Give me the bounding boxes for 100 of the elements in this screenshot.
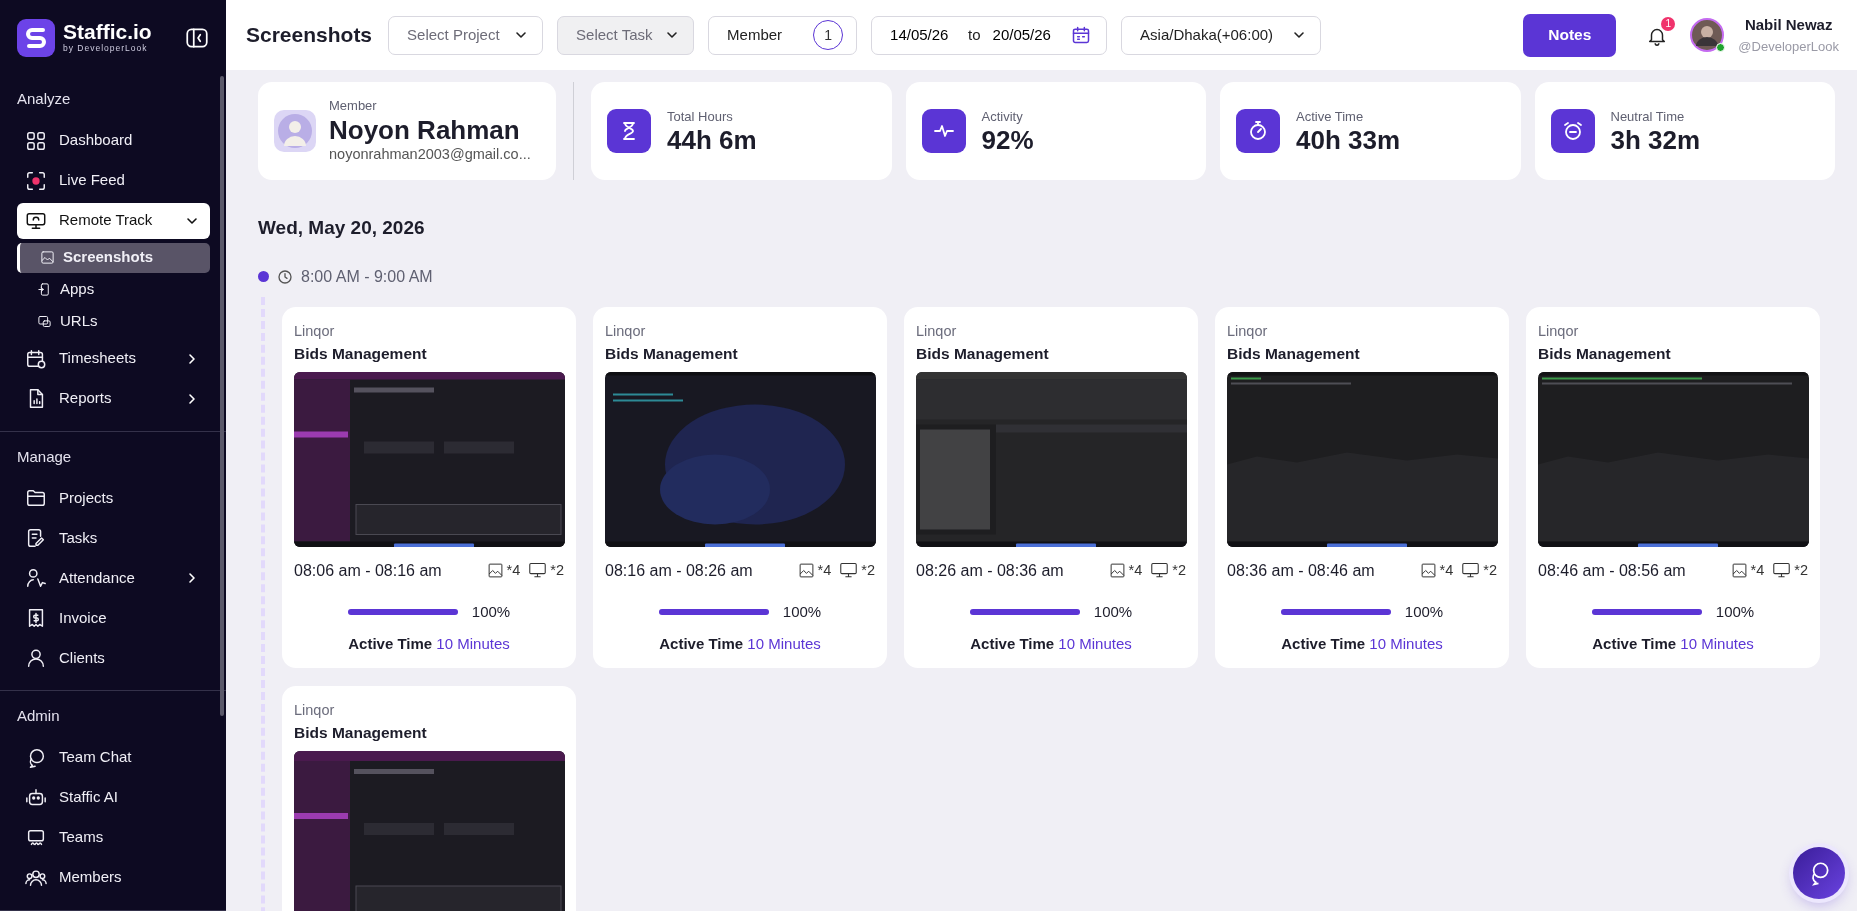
chat-button[interactable] — [1793, 847, 1845, 899]
project-name: Linqor — [916, 321, 958, 341]
screenshot-card[interactable]: Linqor Bids Management 08:16 am - 08:26 am *4 *2 100% Active Time 10 Minutes — [593, 306, 887, 668]
image-count: *4 — [1439, 560, 1454, 580]
select-dropdown[interactable]: Select Project — [388, 15, 544, 55]
member-filter[interactable]: Member 1 — [708, 15, 858, 55]
image-icon — [40, 250, 55, 265]
project-name: Linqor — [1227, 321, 1269, 341]
notification-count: 1 — [1661, 17, 1676, 31]
nav-item[interactable]: Live Feed — [17, 162, 210, 199]
screenshot-card[interactable]: Linqor Bids Management 08:06 am - 08:16 am *4 *2 100% Active Time 10 Minutes — [282, 306, 576, 668]
user-handle: @DeveloperLook — [1738, 37, 1839, 56]
section-heading: Manage — [17, 446, 72, 467]
brand-tagline: by DeveloperLook — [63, 42, 149, 55]
person-icon — [25, 647, 47, 669]
project-name: Linqor — [294, 321, 336, 341]
monitor-icon — [1150, 562, 1170, 579]
logo-icon — [17, 19, 55, 57]
sidebar-toggle-button[interactable] — [184, 25, 210, 51]
nav-item[interactable]: Attendance — [17, 560, 210, 596]
member-label: Member — [329, 97, 378, 116]
nav-item[interactable]: Staffic AI — [17, 779, 210, 816]
task-name: Bids Management — [294, 723, 428, 744]
stat-label: Neutral Time — [1610, 107, 1686, 126]
nav-item[interactable]: Team Chat — [17, 739, 210, 776]
nav-item[interactable]: Teams — [17, 819, 210, 856]
image-count: *4 — [506, 560, 521, 580]
timeline-dot — [258, 271, 269, 282]
project-name: Linqor — [294, 700, 336, 720]
screen-count: *2 — [1172, 560, 1186, 580]
phone-icon — [37, 282, 52, 297]
scrollbar[interactable] — [220, 76, 224, 716]
person-icon — [25, 567, 47, 589]
date-heading: Wed, May 20, 2026 — [258, 216, 426, 240]
active-time-text: Active Time 10 Minutes — [1591, 634, 1755, 654]
section-heading: Analyze — [17, 89, 71, 109]
grid-icon — [25, 129, 47, 152]
progress-percent: 100% — [1093, 601, 1133, 622]
stat-value: 44h 6m — [667, 126, 757, 156]
panel-collapse-icon — [184, 25, 210, 51]
screenshot-card[interactable]: Linqor Bids Management — [282, 685, 576, 911]
image-icon — [486, 562, 504, 579]
stat-value: 92% — [981, 126, 1034, 156]
calendar-icon — [25, 347, 47, 370]
time-range: 08:16 am - 08:26 am — [605, 560, 753, 581]
stat-label: Active Time — [1296, 107, 1365, 126]
nav-item[interactable]: Tasks — [17, 520, 210, 556]
image-icon — [1419, 562, 1437, 579]
timezone-dropdown[interactable]: Asia/Dhaka(+06:00) — [1121, 15, 1322, 55]
image-icon — [797, 562, 815, 579]
task-name: Bids Management — [1538, 344, 1672, 365]
time-range: 08:26 am - 08:36 am — [916, 560, 1064, 581]
active-time-text: Active Time 10 Minutes — [347, 634, 511, 654]
member-avatar — [274, 110, 316, 152]
stat-value: 40h 33m — [1296, 126, 1401, 156]
window-icon — [37, 314, 52, 329]
screenshot-card[interactable]: Linqor Bids Management 08:36 am - 08:46 am *4 *2 100% Active Time 10 Minutes — [1215, 306, 1509, 668]
nav-item[interactable]: Dashboard — [17, 122, 210, 159]
screenshot-card[interactable]: Linqor Bids Management 08:26 am - 08:36 am *4 *2 100% Active Time 10 Minutes — [904, 306, 1198, 668]
time-range: 08:06 am - 08:16 am — [294, 560, 442, 581]
nav-item[interactable]: Projects — [17, 480, 210, 516]
select-dropdown: Select Task — [557, 15, 695, 55]
notepad-icon — [25, 527, 47, 549]
monitor-icon — [839, 562, 859, 579]
task-name: Bids Management — [1227, 344, 1361, 365]
section-heading: Admin — [17, 706, 60, 726]
nav-item[interactable]: Remote Track — [17, 202, 210, 239]
user-name: Nabil Newaz — [1744, 15, 1833, 35]
user-avatar — [1690, 18, 1725, 52]
submenu-item[interactable]: Apps — [17, 274, 210, 305]
task-name: Bids Management — [294, 344, 428, 365]
image-icon — [1108, 562, 1126, 579]
nav-item[interactable]: Members — [17, 859, 210, 896]
monitor-icon — [528, 562, 548, 579]
active-time-text: Active Time 10 Minutes — [969, 634, 1133, 654]
project-name: Linqor — [605, 321, 647, 341]
task-name: Bids Management — [916, 344, 1050, 365]
date-separator: to — [968, 24, 981, 45]
submenu-item[interactable]: URLs — [17, 306, 210, 337]
image-count: *4 — [1128, 560, 1143, 580]
time-range: 08:46 am - 08:56 am — [1538, 560, 1686, 581]
notes-button[interactable]: Notes — [1523, 13, 1617, 57]
time-slot-label: 8:00 AM - 9:00 AM — [301, 266, 433, 287]
image-count: *4 — [1750, 560, 1765, 580]
project-name: Linqor — [1538, 321, 1580, 341]
screen-count: *2 — [550, 560, 564, 580]
screenshot-card[interactable]: Linqor Bids Management 08:46 am - 08:56 am *4 *2 100% Active Time 10 Minutes — [1526, 306, 1820, 668]
progress-percent: 100% — [1715, 601, 1755, 622]
screen-count: *2 — [1794, 560, 1808, 580]
member-name: Noyon Rahman — [329, 115, 521, 145]
active-time-text: Active Time 10 Minutes — [1280, 634, 1444, 654]
submenu-item[interactable]: Screenshots — [17, 242, 210, 273]
screen-count: *2 — [1483, 560, 1497, 580]
screen-count: *2 — [861, 560, 875, 580]
nav-item[interactable]: Timesheets — [17, 340, 210, 377]
progress-percent: 100% — [782, 601, 822, 622]
nav-item[interactable]: Clients — [17, 640, 210, 676]
nav-item[interactable]: Reports — [17, 380, 210, 417]
member-email: noyonrahman2003@gmail.co... — [329, 145, 531, 165]
nav-item[interactable]: Invoice — [17, 600, 210, 636]
